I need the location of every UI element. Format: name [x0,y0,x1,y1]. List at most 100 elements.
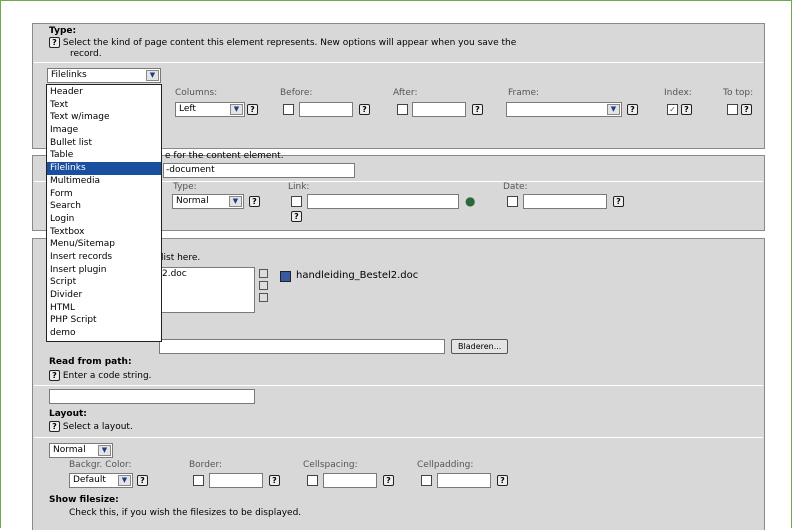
border-checkbox[interactable] [193,475,204,486]
dropdown-option[interactable]: Bullet list [47,137,161,150]
before-checkbox[interactable] [283,104,294,115]
link-label: Link: [288,182,310,192]
dropdown-option[interactable]: demo [47,327,161,340]
dropdown-option[interactable]: Script [47,276,161,289]
help-icon[interactable]: ? [49,37,60,48]
border-input[interactable] [209,473,263,488]
read-from-path-desc: Enter a code string. [62,371,152,381]
index-checkbox[interactable]: ✓ [667,104,678,115]
cellspacing-checkbox[interactable] [307,475,318,486]
cellpadding-input[interactable] [437,473,491,488]
files-description: list here. [161,253,201,263]
chevron-down-icon: ▼ [98,445,111,456]
file-upload-input[interactable] [159,339,445,354]
frame-select[interactable]: ▼ [506,102,622,117]
cellspacing-label: Cellspacing: [303,460,358,470]
layout-desc: Select a layout. [62,422,133,432]
dropdown-option[interactable]: Table [47,149,161,162]
dropdown-option[interactable]: PHP Script [47,314,161,327]
help-icon[interactable]: ? [613,196,624,207]
chevron-down-icon: ▼ [607,104,620,115]
type-select[interactable]: Filelinks ▼ [47,68,161,83]
move-down-icon[interactable] [259,281,268,290]
dropdown-option[interactable]: Textbox [47,226,161,239]
dropdown-option[interactable]: Menu/Sitemap [47,238,161,251]
show-filesize-title: Show filesize: [49,495,119,505]
after-label: After: [393,88,418,98]
help-icon[interactable]: ? [269,475,280,486]
before-input[interactable] [299,102,353,117]
doc-file-icon [280,271,291,282]
type-description: Select the kind of page content this ele… [62,38,517,48]
show-filesize-desc: Check this, if you wish the filesizes to… [69,508,302,518]
chevron-down-icon: ▼ [146,70,159,81]
trash-icon[interactable] [259,293,268,302]
after-input[interactable] [412,102,466,117]
bgcolor-label: Backgr. Color: [69,460,132,470]
help-icon[interactable]: ? [497,475,508,486]
link-browser-icon[interactable]: ● [465,194,475,208]
dropdown-option[interactable]: Insert records [47,251,161,264]
dropdown-option[interactable]: Search [47,200,161,213]
chevron-down-icon: ▼ [230,104,243,115]
help-icon[interactable]: ? [627,104,638,115]
files-list[interactable]: 2.doc [159,267,255,313]
help-icon[interactable]: ? [291,211,302,222]
file-name: handleiding_Bestel2.doc [296,270,419,281]
dropdown-option[interactable]: Header [47,86,161,99]
cellspacing-input[interactable] [323,473,377,488]
layout-select-value: Normal [53,445,86,455]
help-icon[interactable]: ? [681,104,692,115]
totop-checkbox[interactable] [727,104,738,115]
chevron-down-icon: ▼ [118,475,131,486]
dropdown-option[interactable]: Text w/image [47,111,161,124]
before-label: Before: [280,88,313,98]
type-select-value: Filelinks [51,70,87,80]
help-icon[interactable]: ? [472,104,483,115]
link-checkbox[interactable] [291,196,302,207]
browse-button[interactable]: Bladeren... [451,339,509,354]
cellpadding-label: Cellpadding: [417,460,474,470]
header-type-label: Type: [173,182,197,192]
chevron-down-icon: ▼ [229,196,242,207]
move-up-icon[interactable] [259,269,268,278]
dropdown-option[interactable]: Filelinks [47,162,161,175]
read-from-path-input[interactable] [49,389,255,404]
help-icon[interactable]: ? [247,104,258,115]
dropdown-option[interactable]: Multimedia [47,175,161,188]
help-icon[interactable]: ? [49,421,60,432]
header-input[interactable]: -document [163,163,355,178]
layout-select[interactable]: Normal ▼ [49,443,113,458]
date-input[interactable] [523,194,607,209]
link-input[interactable] [307,194,459,209]
header-type-value: Normal [176,196,209,206]
after-checkbox[interactable] [397,104,408,115]
columns-label: Columns: [175,88,218,98]
help-icon[interactable]: ? [137,475,148,486]
type-dropdown-list[interactable]: Header Text Text w/image Image Bullet list Ta… [46,84,162,342]
header-description: e for the content element. [165,151,284,161]
help-icon[interactable]: ? [249,196,260,207]
index-label: Index: [664,88,692,98]
date-checkbox[interactable] [507,196,518,207]
dropdown-option[interactable]: Insert plugin [47,264,161,277]
header-type-select[interactable]: Normal ▼ [172,194,244,209]
dropdown-option[interactable]: Image [47,124,161,137]
dropdown-option[interactable]: Divider [47,289,161,302]
dropdown-option[interactable]: Form [47,188,161,201]
frame-label: Frame: [508,88,540,98]
type-description-cont: record. [70,49,102,59]
help-icon[interactable]: ? [49,370,60,381]
help-icon[interactable]: ? [383,475,394,486]
columns-select-value: Left [179,104,196,114]
dropdown-option[interactable]: Text [47,99,161,112]
bgcolor-select[interactable]: Default ▼ [69,473,133,488]
help-icon[interactable]: ? [741,104,752,115]
dropdown-option[interactable]: HTML [47,302,161,315]
help-icon[interactable]: ? [359,104,370,115]
date-label: Date: [503,182,528,192]
layout-title: Layout: [49,409,87,419]
columns-select[interactable]: Left ▼ [175,102,245,117]
cellpadding-checkbox[interactable] [421,475,432,486]
dropdown-option[interactable]: Login [47,213,161,226]
